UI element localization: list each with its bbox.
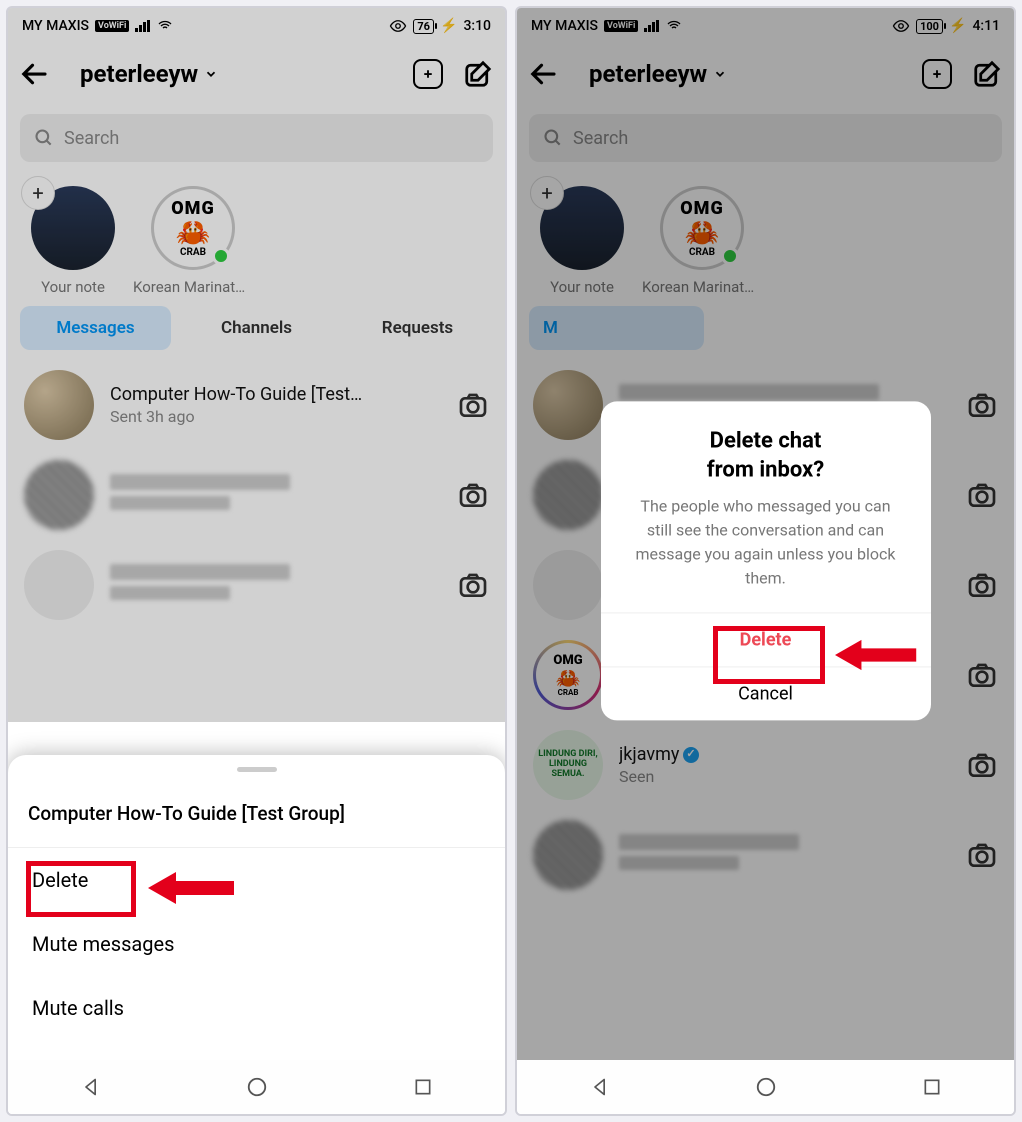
phone-left: MY MAXIS VoWiFi 76 ⚡ 3:10 peterleeyw <box>6 6 507 1116</box>
android-navbar <box>8 1060 505 1114</box>
sheet-handle[interactable] <box>237 767 277 772</box>
nav-back-icon[interactable] <box>81 1077 101 1097</box>
dialog-title: Delete chat from inbox? <box>601 401 931 494</box>
delete-chat-dialog: Delete chat from inbox? The people who m… <box>601 401 931 720</box>
nav-recents-icon[interactable] <box>922 1077 942 1097</box>
nav-home-icon[interactable] <box>246 1076 268 1098</box>
chat-options-sheet: Computer How-To Guide [Test Group] Delet… <box>8 755 505 1060</box>
backdrop-overlay[interactable] <box>8 8 505 722</box>
option-mute-messages[interactable]: Mute messages <box>8 912 505 976</box>
nav-recents-icon[interactable] <box>413 1077 433 1097</box>
option-mute-calls[interactable]: Mute calls <box>8 976 505 1040</box>
nav-back-icon[interactable] <box>590 1077 610 1097</box>
android-navbar <box>517 1060 1014 1114</box>
dialog-delete-button[interactable]: Delete <box>601 613 931 667</box>
nav-home-icon[interactable] <box>755 1076 777 1098</box>
dialog-cancel-button[interactable]: Cancel <box>601 667 931 721</box>
sheet-title: Computer How-To Guide [Test Group] <box>8 792 505 848</box>
phone-right: MY MAXIS VoWiFi 100 ⚡ 4:11 peterleeyw <box>515 6 1016 1116</box>
dialog-body: The people who messaged you can still se… <box>601 495 931 613</box>
option-delete[interactable]: Delete <box>8 848 505 912</box>
